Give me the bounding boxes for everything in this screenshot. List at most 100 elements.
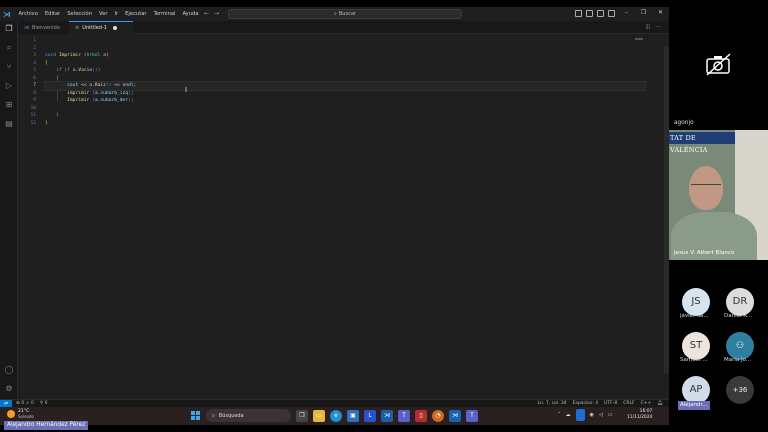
maximize-icon[interactable]: ❐ bbox=[635, 9, 652, 16]
vscode-active-icon[interactable]: ⋊ bbox=[449, 410, 461, 422]
task-view-icon[interactable]: ❐ bbox=[296, 410, 308, 422]
camera-off-icon bbox=[706, 53, 731, 76]
line-number: 1 bbox=[33, 38, 36, 43]
editor-tabs: ⋊ Bienvenido ≡ Untitled-1 ◫ ··· bbox=[18, 21, 669, 34]
vscode-taskbar-icon[interactable]: ⋊ bbox=[381, 410, 393, 422]
battery-icon[interactable]: ▭ bbox=[608, 412, 613, 418]
ports-indicator[interactable]: ⚲ 0 bbox=[40, 401, 48, 406]
code-line: } bbox=[56, 113, 59, 118]
search-icon[interactable]: ⌕ bbox=[4, 43, 14, 53]
tab-label: Untitled-1 bbox=[82, 25, 107, 31]
microphone-icon[interactable] bbox=[575, 409, 585, 421]
file-explorer-icon[interactable]: ▭ bbox=[313, 410, 325, 422]
code-line: Imprimir (a.subarb_izq); bbox=[67, 90, 134, 96]
windows-start-icon[interactable] bbox=[191, 411, 200, 420]
line-number: 10 bbox=[30, 105, 36, 111]
code-line: void Imprimir (Arbol a) bbox=[45, 53, 109, 58]
weather-widget[interactable]: 21°C Soleado bbox=[7, 409, 34, 419]
extensions-icon[interactable]: ⊞ bbox=[4, 100, 14, 110]
remote-explorer-icon[interactable]: ▤ bbox=[4, 119, 14, 129]
file-icon: ≡ bbox=[75, 25, 80, 31]
toggle-secondary-sidebar-icon[interactable] bbox=[597, 10, 604, 17]
back-arrow-icon[interactable]: ← bbox=[204, 10, 209, 17]
menu-ir[interactable]: Ir bbox=[111, 11, 122, 17]
code-editor[interactable]: 1 2 3 4 5 6 7 8 9 10 11 12 void Imprimir… bbox=[18, 34, 663, 403]
menu-bar: Archivo Editar Selección Ver Ir Ejecutar… bbox=[15, 11, 202, 17]
search-icon: ⌕ bbox=[212, 412, 215, 419]
teams-meeting-icon[interactable]: T bbox=[466, 410, 478, 422]
avatar[interactable]: ST bbox=[682, 332, 710, 360]
vscode-tab-icon: ⋊ bbox=[24, 24, 29, 31]
line-number: 2 bbox=[33, 45, 36, 51]
wifi-icon[interactable]: ◉ bbox=[590, 412, 594, 418]
code-line-active: cout << a.Raiz() << endl; bbox=[44, 81, 646, 91]
video-participant-name: Jesus V. Albert Blanco bbox=[674, 250, 735, 256]
lexis-app-icon[interactable]: L bbox=[364, 410, 376, 422]
source-control-icon[interactable]: ⑂ bbox=[4, 62, 14, 72]
split-editor-icon[interactable]: ◫ bbox=[645, 24, 650, 30]
line-number: 5 bbox=[33, 68, 36, 73]
avatar-name: javier sa... bbox=[680, 313, 709, 319]
menu-seleccion[interactable]: Selección bbox=[64, 11, 96, 17]
app-red-icon[interactable]: ▯ bbox=[415, 410, 427, 422]
menu-archivo[interactable]: Archivo bbox=[15, 11, 41, 17]
account-icon[interactable]: ◯ bbox=[4, 365, 14, 375]
toggle-panel-icon[interactable] bbox=[586, 10, 593, 17]
unsaved-dot-icon[interactable] bbox=[112, 26, 117, 30]
avatar-person-icon[interactable]: ⚇ bbox=[726, 332, 754, 360]
minimize-icon[interactable]: – bbox=[618, 9, 635, 16]
avatar-name: Daniel R... bbox=[724, 313, 753, 319]
close-icon[interactable]: ✕ bbox=[652, 9, 669, 16]
menu-terminal[interactable]: Terminal bbox=[150, 11, 179, 17]
presenter-name-label: Alejandro Hernández Pérez bbox=[4, 421, 89, 430]
line-number: 8 bbox=[33, 90, 36, 96]
store-icon[interactable]: ▣ bbox=[347, 410, 359, 422]
code-line: if (! a.Vacio()) bbox=[56, 68, 101, 73]
speaker-icon[interactable]: ◁ bbox=[599, 412, 603, 418]
menu-editar[interactable]: Editar bbox=[41, 11, 63, 17]
code-lines: void Imprimir (Arbol a) { if (! a.Vacio(… bbox=[44, 37, 646, 127]
video-banner: TAT DE VALÈNCIA bbox=[669, 132, 735, 154]
teams-icon[interactable]: T bbox=[398, 410, 410, 422]
cloud-icon[interactable]: ☁ bbox=[566, 412, 571, 418]
clock[interactable]: 16:07 11/11/2024 bbox=[627, 409, 652, 421]
forward-arrow-icon[interactable]: → bbox=[214, 10, 219, 17]
run-debug-icon[interactable]: ▷ bbox=[4, 81, 14, 91]
manage-gear-icon[interactable]: ⚙ bbox=[4, 384, 14, 394]
more-participants-button[interactable]: +36 bbox=[726, 376, 754, 404]
taskbar-search[interactable]: ⌕ Búsqueda bbox=[206, 409, 291, 422]
minimap[interactable] bbox=[635, 38, 643, 40]
command-center-search[interactable]: ⌕ Buscar bbox=[228, 9, 462, 19]
app-orange-icon[interactable]: ◔ bbox=[432, 410, 444, 422]
status-bar: ⇌ ⊗ 0 ⚠ 0 ⚲ 0 Ln. 7, col. 34 Espacios: 4… bbox=[0, 399, 669, 408]
tab-bienvenido[interactable]: ⋊ Bienvenido bbox=[18, 21, 68, 34]
tab-label: Bienvenido bbox=[32, 24, 60, 31]
explorer-icon[interactable]: ❐ bbox=[4, 24, 14, 34]
avatar[interactable]: JS bbox=[682, 288, 710, 316]
person-glasses bbox=[691, 184, 721, 190]
code-line: Imprimir (a.subarb_der); bbox=[67, 98, 134, 103]
windows-taskbar: 21°C Soleado ⌕ Búsqueda ❐ ▭ e ▣ L ⋊ T ▯ … bbox=[0, 407, 669, 425]
problems-indicator[interactable]: ⊗ 0 ⚠ 0 bbox=[16, 401, 34, 406]
menu-ejecutar[interactable]: Ejecutar bbox=[122, 11, 150, 17]
ports-count: 0 bbox=[44, 401, 48, 406]
warnings-count: 0 bbox=[30, 401, 34, 406]
activity-bar: ❐ ⌕ ⑂ ▷ ⊞ ▤ ◯ ⚙ bbox=[0, 21, 18, 403]
line-numbers: 1 2 3 4 5 6 7 8 9 10 11 12 bbox=[18, 37, 36, 127]
system-tray: ˄ ☁ ◉ ◁ ▭ bbox=[558, 409, 612, 421]
more-actions-icon[interactable]: ··· bbox=[656, 24, 661, 30]
participant-video[interactable]: TAT DE VALÈNCIA Jesus V. Albert Blanco bbox=[669, 130, 768, 260]
avatar[interactable]: DR bbox=[726, 288, 754, 316]
toggle-sidebar-icon[interactable] bbox=[575, 10, 582, 17]
menu-ayuda[interactable]: Ayuda bbox=[179, 11, 202, 17]
chevron-up-icon[interactable]: ˄ bbox=[558, 412, 561, 418]
line-number: 6 bbox=[33, 75, 36, 81]
avatar[interactable]: AP bbox=[682, 376, 710, 404]
tab-untitled-1[interactable]: ≡ Untitled-1 bbox=[69, 21, 133, 34]
customize-layout-icon[interactable] bbox=[608, 10, 615, 17]
menu-ver[interactable]: Ver bbox=[96, 11, 111, 17]
edge-icon[interactable]: e bbox=[330, 410, 342, 422]
